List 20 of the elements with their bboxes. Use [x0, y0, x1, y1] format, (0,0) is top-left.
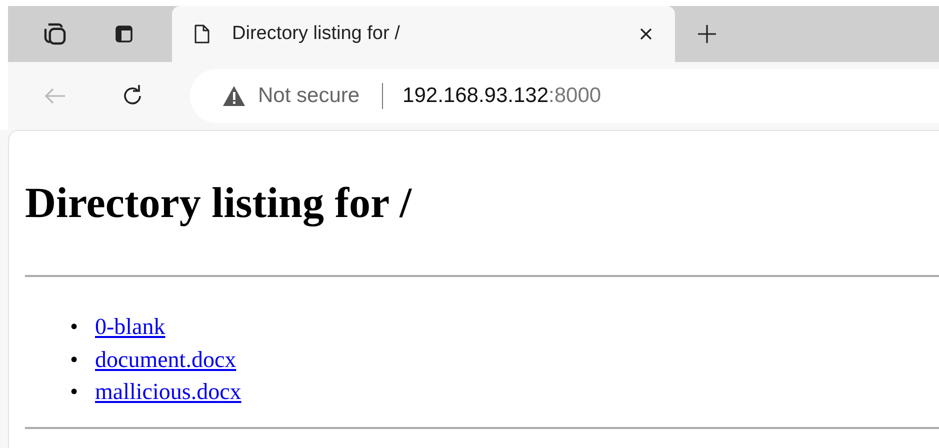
file-link[interactable]: mallicious.docx	[95, 379, 242, 404]
workspaces-icon[interactable]	[44, 23, 66, 45]
new-tab-icon[interactable]	[697, 24, 717, 44]
bullet: •	[70, 378, 80, 406]
warning-icon	[222, 85, 246, 107]
security-label: Not secure	[258, 84, 360, 108]
page-icon	[194, 24, 210, 44]
close-icon[interactable]	[639, 27, 653, 41]
bullet: •	[70, 346, 80, 374]
file-link[interactable]: 0-blank	[95, 314, 166, 339]
reload-icon[interactable]	[122, 85, 144, 107]
vertical-tabs-icon[interactable]	[114, 24, 134, 44]
tab-title: Directory listing for /	[232, 23, 401, 45]
page-heading: Directory listing for /	[25, 179, 413, 229]
address-bar[interactable]: Not secure 192.168.93.132:8000	[190, 69, 939, 123]
url-host: 192.168.93.132	[402, 84, 549, 108]
browser-tab[interactable]: Directory listing for /	[172, 6, 675, 62]
file-link[interactable]: document.docx	[95, 346, 236, 372]
bullet: •	[70, 313, 80, 341]
url-port: :8000	[548, 84, 602, 108]
